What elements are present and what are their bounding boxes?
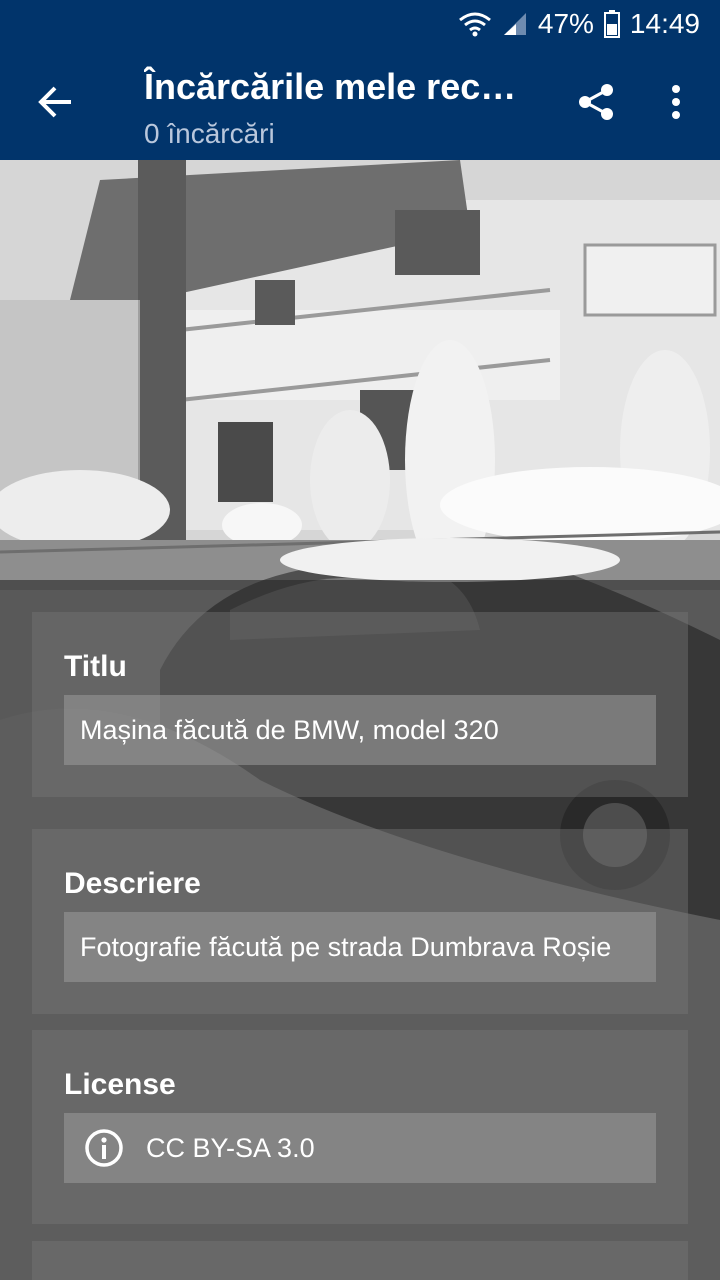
arrow-back-icon bbox=[38, 84, 74, 125]
license-card: License CC BY-SA 3.0 bbox=[32, 1030, 688, 1224]
share-button[interactable] bbox=[568, 76, 624, 132]
title-value: Mașina făcută de BMW, model 320 bbox=[80, 714, 499, 745]
info-icon[interactable] bbox=[84, 1128, 124, 1168]
title-card: Titlu Mașina făcută de BMW, model 320 bbox=[32, 612, 688, 797]
description-value: Fotografie făcută pe strada Dumbrava Roș… bbox=[80, 931, 612, 962]
toolbar-titles: Încărcările mele rec… 0 încărcări bbox=[144, 66, 534, 154]
title-field[interactable]: Mașina făcută de BMW, model 320 bbox=[64, 695, 656, 765]
battery-icon bbox=[603, 10, 620, 38]
description-field[interactable]: Fotografie făcută pe strada Dumbrava Roș… bbox=[64, 912, 656, 982]
next-card bbox=[32, 1241, 688, 1280]
signal-icon bbox=[502, 11, 528, 37]
description-label: Descriere bbox=[64, 867, 201, 900]
battery-percent: 47% bbox=[537, 8, 594, 39]
license-value: CC BY-SA 3.0 bbox=[146, 1132, 315, 1163]
status-bar: 47% 14:49 bbox=[0, 0, 720, 48]
clock: 14:49 bbox=[629, 8, 700, 39]
license-label: License bbox=[64, 1068, 176, 1101]
more-options-button[interactable] bbox=[648, 76, 704, 132]
share-icon bbox=[576, 82, 616, 127]
more-vert-icon bbox=[670, 84, 682, 125]
wifi-icon bbox=[458, 11, 492, 37]
page-subtitle: 0 încărcări bbox=[144, 118, 275, 149]
title-label: Titlu bbox=[64, 650, 127, 683]
back-button[interactable] bbox=[28, 76, 84, 132]
license-field[interactable]: CC BY-SA 3.0 bbox=[64, 1113, 656, 1183]
page-title: Încărcările mele rec… bbox=[144, 66, 517, 107]
description-card: Descriere Fotografie făcută pe strada Du… bbox=[32, 829, 688, 1014]
toolbar: Încărcările mele rec… 0 încărcări bbox=[0, 48, 720, 160]
